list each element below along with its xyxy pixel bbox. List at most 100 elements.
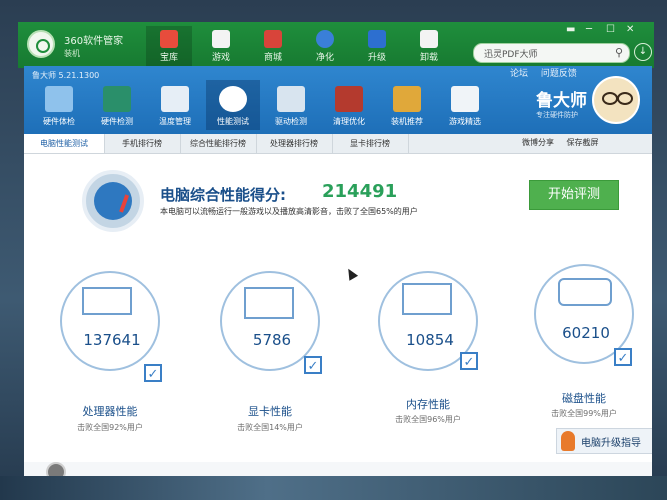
toolbar-label: 清理优化 (333, 117, 365, 126)
suite-tab-label: 商城 (263, 53, 282, 63)
suite-tab-game[interactable]: 游戏 (198, 26, 244, 66)
suite-brand-sub: 装机 (64, 49, 80, 58)
suite-tab-label: 净化 (315, 53, 334, 63)
gauge-needle (119, 194, 130, 213)
total-score: 214491 (322, 181, 398, 202)
suite-tab-treasure[interactable]: 宝库 (146, 26, 192, 66)
treasure-icon (160, 30, 178, 48)
gauge-face (94, 182, 132, 220)
maximize-button[interactable]: ☐ (606, 24, 615, 35)
tab-cpu-ranking[interactable]: 处理器排行榜 (256, 134, 333, 153)
download-icon[interactable]: ↓ (634, 43, 652, 61)
chip-icon (103, 86, 131, 112)
card-sub: 击败全国92%用户 (77, 423, 143, 432)
search-icon: ⚲ (614, 46, 623, 59)
toolbar-label: 驱动检测 (275, 117, 307, 126)
360-logo-icon (27, 30, 55, 58)
card-score: 60210 (562, 324, 610, 342)
toolbar-cleanup[interactable]: 清理优化 (322, 80, 376, 130)
photo-bottom-edge (0, 476, 667, 500)
rocket-icon (561, 431, 575, 451)
top-links: 论坛 问题反馈 (510, 66, 587, 79)
cube-icon (393, 86, 421, 112)
gamepad-icon (451, 86, 479, 112)
mascot-avatar (592, 76, 640, 124)
gamepad-icon (212, 30, 230, 48)
suite-tab-purify[interactable]: 净化 (302, 26, 348, 66)
card-score: 10854 (406, 331, 454, 349)
disk-icon (558, 278, 612, 306)
skin-button[interactable]: ▬ (566, 24, 575, 35)
toolbar-driver-detect[interactable]: 驱动检测 (264, 80, 318, 130)
suite-tab-upgrade[interactable]: 升级 (354, 26, 400, 66)
memory-check-icon[interactable]: ✓ (460, 352, 478, 370)
trash-icon (420, 30, 438, 48)
suite-tab-label: 宝库 (159, 53, 178, 63)
toolbar-build-recommend[interactable]: 装机推荐 (380, 80, 434, 130)
close-button[interactable]: ✕ (626, 24, 634, 35)
cpu-score-card: 137641 (60, 271, 160, 371)
forum-link[interactable]: 论坛 (510, 69, 528, 79)
card-score: 137641 (83, 331, 141, 349)
suite-tab-label: 游戏 (211, 53, 230, 63)
gpu-icon (244, 287, 294, 319)
card-name: 磁盘性能 (562, 392, 606, 405)
disk-check-icon[interactable]: ✓ (614, 348, 632, 366)
mall-icon (264, 30, 282, 48)
app-header: 鲁大师 5.21.1300 论坛 问题反馈 硬件体检 硬件检测 温度管理 性能测… (24, 66, 652, 134)
card-name: 显卡性能 (248, 405, 292, 418)
card-sub: 击败全国14%用户 (237, 423, 303, 432)
card-name: 处理器性能 (82, 405, 138, 418)
toolbar-temperature[interactable]: 温度管理 (148, 80, 202, 130)
score-description: 本电脑可以流畅运行一般游戏以及播放高清影音，击败了全国65%的用户 (160, 207, 418, 216)
software-manager-bar: 360软件管家 装机 宝库 游戏 商城 净化 升级 卸载 迅灵PDF大师 ⚲ ↓… (18, 22, 654, 68)
toolbar-performance-test[interactable]: 性能测试 (206, 80, 260, 130)
toolbar-label: 性能测试 (217, 117, 249, 126)
suite-search-text: 迅灵PDF大师 (484, 50, 538, 60)
score-label: 电脑综合性能得分: (160, 186, 286, 204)
mouse-cursor-icon (343, 266, 359, 281)
toolbar-hardware-checkup[interactable]: 硬件体检 (32, 80, 86, 130)
card-score: 5786 (252, 331, 292, 349)
feedback-link[interactable]: 问题反馈 (541, 69, 577, 79)
card-sub: 击败全国99%用户 (551, 409, 617, 418)
minimize-button[interactable]: ─ (586, 24, 592, 35)
toolbar-label: 硬件体检 (43, 117, 75, 126)
brand-name: 鲁大师 (536, 91, 587, 111)
toolbar-label: 硬件检测 (101, 117, 133, 126)
toolbar-game-picks[interactable]: 游戏精选 (438, 80, 492, 130)
tab-gpu-ranking[interactable]: 显卡排行榜 (332, 134, 409, 153)
subtab-bar: 电脑性能测试 手机排行榜 综合性能排行榜 处理器排行榜 显卡排行榜 微博分享 保… (24, 134, 652, 154)
memory-icon (402, 283, 452, 315)
toolbar-label: 游戏精选 (449, 117, 481, 126)
suite-tab-label: 升级 (367, 53, 386, 63)
suite-tab-uninstall[interactable]: 卸载 (406, 26, 452, 66)
suite-tab-label: 卸载 (419, 53, 438, 63)
tab-pc-performance[interactable]: 电脑性能测试 (24, 134, 105, 153)
upgrade-icon (368, 30, 386, 48)
speedometer-icon (219, 86, 247, 112)
brand-slogan: 专注硬件防护 (536, 111, 578, 119)
cpu-monitor-icon (82, 287, 132, 315)
suite-brand: 360软件管家 (64, 36, 124, 47)
weibo-share-link[interactable]: 微博分享 (522, 138, 554, 147)
tab-overall-ranking[interactable]: 综合性能排行榜 (180, 134, 257, 153)
upgrade-guide-button[interactable]: 电脑升级指导 (556, 428, 652, 454)
cpu-check-icon[interactable]: ✓ (144, 364, 162, 382)
ludashi-window: 鲁大师 5.21.1300 论坛 问题反馈 硬件体检 硬件检测 温度管理 性能测… (24, 66, 652, 490)
suite-search-box[interactable]: 迅灵PDF大师 ⚲ (473, 43, 630, 63)
upgrade-label: 电脑升级指导 (581, 438, 641, 449)
suite-tab-mall[interactable]: 商城 (250, 26, 296, 66)
save-screenshot-link[interactable]: 保存截屏 (567, 138, 599, 147)
card-sub: 击败全国96%用户 (395, 415, 461, 424)
shield-icon (316, 30, 334, 48)
tab-phone-ranking[interactable]: 手机排行榜 (104, 134, 181, 153)
performance-gauge-icon (82, 170, 144, 232)
share-actions: 微博分享 保存截屏 (522, 137, 609, 148)
driver-icon (277, 86, 305, 112)
start-test-button[interactable]: 开始评测 (529, 180, 619, 210)
gpu-check-icon[interactable]: ✓ (304, 356, 322, 374)
monitor-icon (45, 86, 73, 112)
toolbar-hardware-detect[interactable]: 硬件检测 (90, 80, 144, 130)
card-name: 内存性能 (406, 398, 450, 411)
